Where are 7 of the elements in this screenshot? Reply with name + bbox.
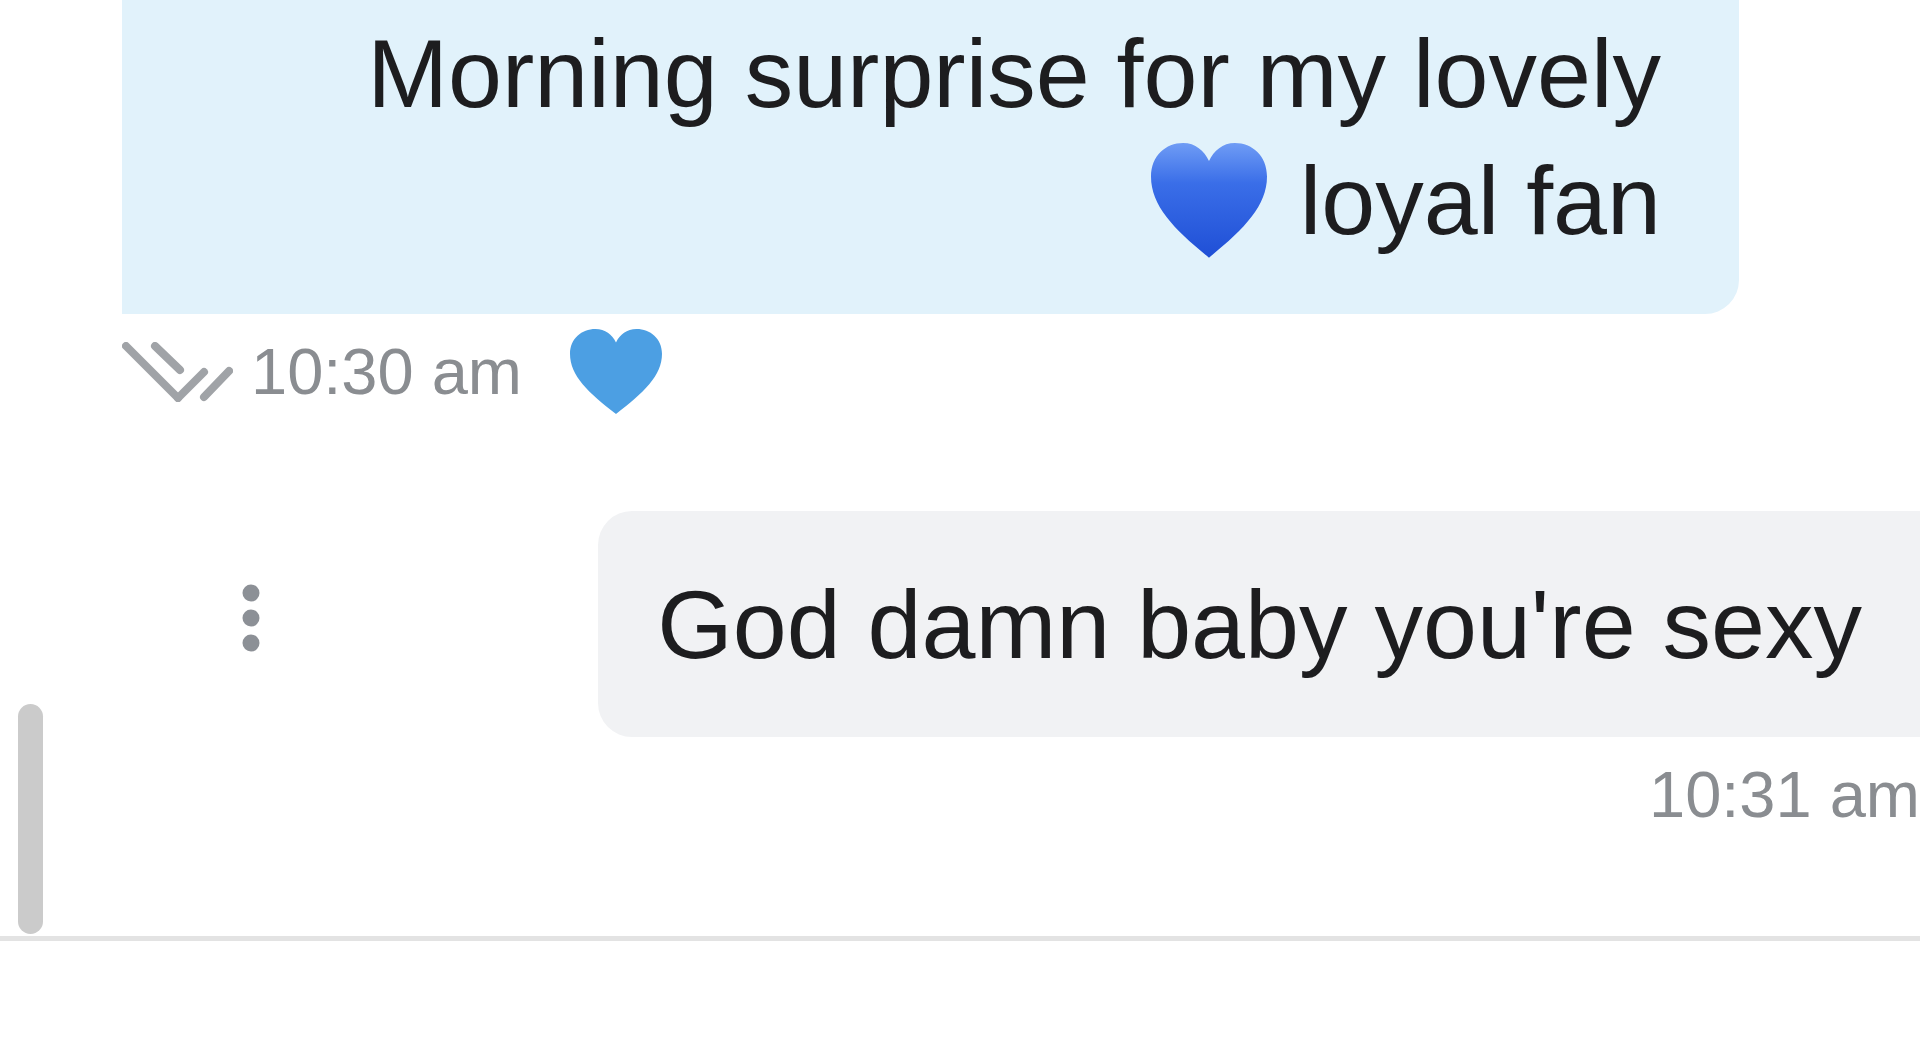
message-text: God damn baby you're sexy bbox=[657, 570, 1862, 679]
message-text: Morning surprise for my lovely loyal fan bbox=[367, 19, 1661, 255]
more-icon[interactable] bbox=[242, 583, 260, 652]
heart-icon[interactable] bbox=[570, 329, 662, 415]
message-time: 10:31 am bbox=[1649, 757, 1920, 833]
scrollbar[interactable] bbox=[18, 704, 43, 934]
message-time: 10:30 am bbox=[251, 334, 522, 410]
